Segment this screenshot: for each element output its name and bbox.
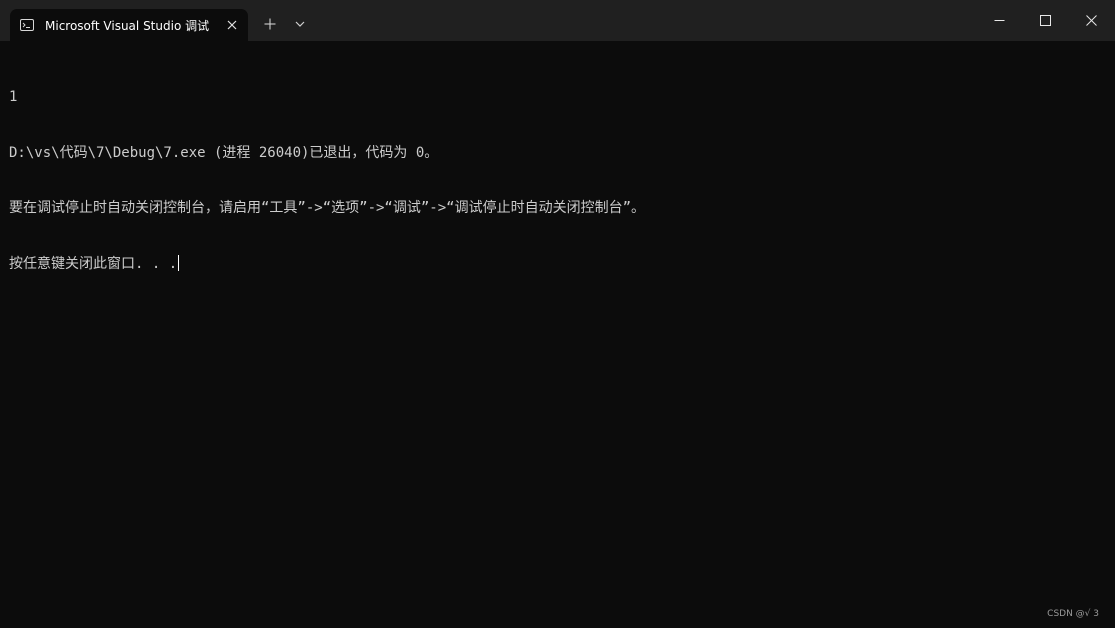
close-window-button[interactable]: [1068, 0, 1114, 41]
console-line: 1: [9, 89, 18, 105]
console-line-prompt: 按任意键关闭此窗口. . .: [9, 254, 1109, 274]
console-line: 要在调试停止时自动关闭控制台，请启用“工具”->“选项”->“调试”->“调试停…: [9, 200, 645, 216]
close-icon: [1085, 15, 1097, 26]
maximize-button[interactable]: [1022, 0, 1068, 41]
tab-title: Microsoft Visual Studio 调试控制台: [45, 18, 209, 33]
prompt-text: 按任意键关闭此窗口. . .: [9, 255, 178, 272]
minimize-button[interactable]: [976, 0, 1022, 41]
console-output[interactable]: 1 D:\vs\代码\7\Debug\7.exe (进程 26040)已退出，代…: [9, 51, 1109, 310]
active-tab[interactable]: Microsoft Visual Studio 调试控制台: [10, 9, 248, 41]
minimize-icon: [994, 20, 1004, 21]
chevron-down-icon: [295, 21, 305, 27]
terminal-window: Microsoft Visual Studio 调试控制台: [0, 0, 1115, 628]
text-cursor: [178, 254, 180, 271]
terminal-icon: [20, 19, 34, 31]
close-tab-icon[interactable]: [224, 17, 240, 33]
title-bar: Microsoft Visual Studio 调试控制台: [0, 0, 1115, 41]
plus-icon: [264, 18, 276, 30]
maximize-icon: [1039, 15, 1051, 26]
tab-dropdown-button[interactable]: [288, 12, 312, 36]
console-line: D:\vs\代码\7\Debug\7.exe (进程 26040)已退出，代码为…: [9, 144, 439, 161]
watermark: CSDN @√ 3: [1047, 609, 1099, 619]
new-tab-button[interactable]: [258, 12, 282, 36]
